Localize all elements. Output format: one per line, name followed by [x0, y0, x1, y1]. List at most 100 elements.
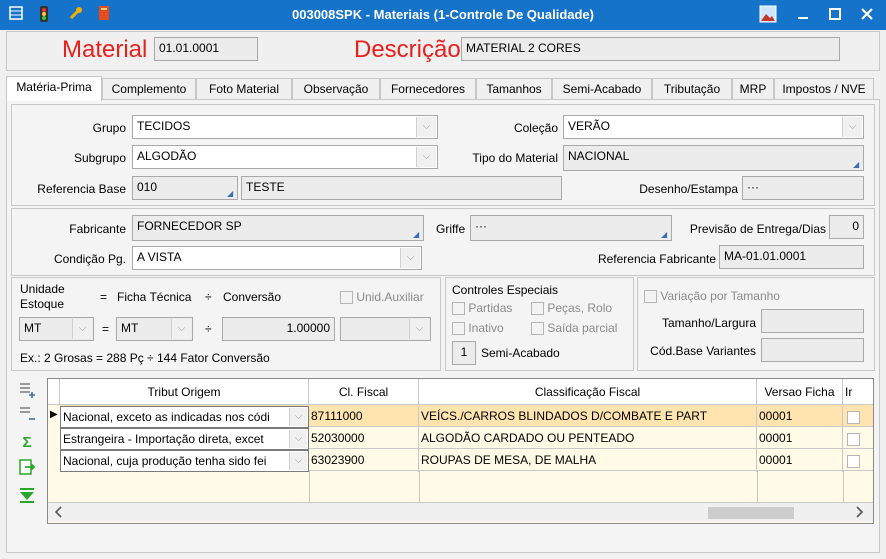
unid-auxiliar-checkbox[interactable]: Unid.Auxiliar: [340, 290, 424, 305]
scroll-right-icon[interactable]: [854, 505, 864, 522]
checkbox-icon[interactable]: [847, 455, 860, 469]
ficha-unidade-value: MT: [121, 321, 139, 335]
unid-auxiliar-label: Unid.Auxiliar: [356, 290, 424, 304]
tab-tamanhos[interactable]: Tamanhos: [476, 78, 552, 100]
grid-menu-icon[interactable]: [6, 5, 26, 25]
descricao-field[interactable]: MATERIAL 2 CORES: [461, 37, 840, 61]
checkbox-icon[interactable]: [452, 302, 465, 316]
subgrupo-select[interactable]: ALGODÃO ⌵: [132, 145, 438, 169]
previsao-field[interactable]: 0: [829, 215, 864, 239]
book-icon[interactable]: [94, 5, 114, 25]
saida-parcial-checkbox[interactable]: Saída parcial: [531, 321, 617, 336]
chevron-down-icon[interactable]: ⌵: [400, 248, 420, 268]
conversao-label: Conversão: [223, 290, 282, 304]
tab-impostos-nve[interactable]: Impostos / NVE: [774, 78, 874, 100]
ref-fabricante-field[interactable]: MA-01.01.0001: [719, 245, 864, 269]
row-2-classificacao[interactable]: ALGODÃO CARDADO OU PENTEADO: [419, 428, 757, 450]
row-3-cl-fiscal[interactable]: 63023900: [309, 450, 419, 472]
chevron-down-icon[interactable]: ⌵: [416, 117, 436, 137]
tab-mrp[interactable]: MRP: [732, 78, 774, 100]
filter-icon[interactable]: [16, 486, 38, 506]
checkbox-icon[interactable]: [847, 411, 860, 425]
row-1-origem-select[interactable]: Nacional, exceto as indicadas nos códi ⌵: [60, 406, 309, 428]
tab-materia-prima[interactable]: Matéria-Prima: [6, 76, 102, 101]
chevron-down-icon[interactable]: ⌵: [289, 408, 307, 426]
row-3-classificacao[interactable]: ROUPAS DE MESA, DE MALHA: [419, 450, 757, 472]
checkbox-icon[interactable]: [644, 290, 657, 304]
scroll-left-icon[interactable]: [54, 505, 64, 522]
semi-acabado-field[interactable]: 1: [452, 341, 476, 365]
picture-icon[interactable]: [758, 5, 778, 25]
column-header-versao-ficha[interactable]: Versao Ficha: [757, 379, 843, 405]
tab-semi-acabado[interactable]: Semi-Acabado: [552, 78, 652, 100]
chevron-down-icon[interactable]: ⌵: [409, 319, 429, 339]
add-row-icon[interactable]: [16, 381, 38, 401]
condicao-select[interactable]: A VISTA ⌵: [132, 246, 422, 270]
chevron-down-icon[interactable]: ⌵: [842, 117, 862, 137]
checkbox-icon[interactable]: [847, 433, 860, 447]
tab-observacao[interactable]: Observação: [292, 78, 380, 100]
tab-fornecedores[interactable]: Fornecedores: [380, 78, 476, 100]
maximize-icon[interactable]: [824, 4, 846, 26]
checkbox-icon[interactable]: [452, 322, 465, 336]
tab-foto-material[interactable]: Foto Material: [196, 78, 292, 100]
ref-base-code-field[interactable]: 010 ◢: [132, 176, 238, 200]
tab-complemento[interactable]: Complemento: [102, 78, 196, 100]
row-2-origem-select[interactable]: Estrangeira - Importação direta, excet ⌵: [60, 428, 309, 450]
row-3-origem-select[interactable]: Nacional, cuja produção tenha sido fei ⌵: [60, 450, 309, 472]
column-header-ir[interactable]: Ir: [843, 379, 873, 405]
export-icon[interactable]: [16, 458, 38, 478]
unid-auxiliar-select[interactable]: ⌵: [340, 317, 431, 341]
desenho-field[interactable]: ···: [742, 176, 864, 200]
variacao-checkbox[interactable]: Variação por Tamanho: [644, 289, 780, 304]
chevron-down-icon[interactable]: ⌵: [72, 319, 92, 339]
checkbox-icon[interactable]: [340, 291, 353, 305]
traffic-light-icon[interactable]: [34, 5, 54, 25]
lookup-icon[interactable]: ◢: [853, 161, 861, 169]
close-icon[interactable]: [856, 4, 878, 26]
wrench-icon[interactable]: [66, 5, 86, 25]
tamanho-largura-field[interactable]: [761, 309, 864, 333]
cod-base-field[interactable]: [761, 338, 864, 362]
row-1-versao[interactable]: 00001: [757, 406, 843, 428]
column-header-cl-fiscal[interactable]: Cl. Fiscal: [309, 379, 419, 405]
row-3-versao[interactable]: 00001: [757, 450, 843, 472]
material-code-field[interactable]: 01.01.0001: [154, 37, 258, 61]
fabricante-field[interactable]: FORNECEDOR SP ◢: [132, 215, 424, 241]
column-header-tribut-origem[interactable]: Tribut Origem: [60, 379, 309, 405]
grupo-select[interactable]: TECIDOS ⌵: [132, 115, 438, 139]
row-2-versao[interactable]: 00001: [757, 428, 843, 450]
row-3-checkbox[interactable]: [847, 454, 860, 469]
lookup-icon[interactable]: ◢: [661, 231, 669, 239]
column-header-classificacao-fiscal[interactable]: Classificação Fiscal: [419, 379, 757, 405]
partidas-checkbox[interactable]: Partidas: [452, 301, 512, 316]
row-2-checkbox[interactable]: [847, 432, 860, 447]
checkbox-icon[interactable]: [531, 322, 544, 336]
conversao-field[interactable]: 1.00000: [222, 317, 335, 341]
scroll-thumb[interactable]: [708, 507, 794, 519]
inativo-checkbox[interactable]: Inativo: [452, 321, 504, 336]
horizontal-scrollbar[interactable]: [48, 502, 873, 522]
chevron-down-icon[interactable]: ⌵: [171, 319, 191, 339]
checkbox-icon[interactable]: [531, 302, 544, 316]
lookup-icon[interactable]: ◢: [227, 190, 235, 198]
colecao-select[interactable]: VERÃO ⌵: [563, 115, 864, 139]
griffe-field[interactable]: ··· ◢: [470, 215, 672, 241]
row-1-checkbox[interactable]: [847, 410, 860, 425]
unidade-select[interactable]: MT ⌵: [19, 317, 94, 341]
ficha-unidade-select[interactable]: MT ⌵: [116, 317, 193, 341]
chevron-down-icon[interactable]: ⌵: [289, 452, 307, 470]
lookup-icon[interactable]: ◢: [413, 231, 421, 239]
conversion-example: Ex.: 2 Grosas = 288 Pç ÷ 144 Fator Conve…: [20, 351, 270, 365]
sum-icon[interactable]: Σ: [16, 433, 38, 453]
row-2-cl-fiscal[interactable]: 52030000: [309, 428, 419, 450]
pecas-rolo-checkbox[interactable]: Peças, Rolo: [531, 301, 612, 316]
chevron-down-icon[interactable]: ⌵: [289, 430, 307, 448]
row-1-cl-fiscal[interactable]: 87111000: [309, 406, 419, 428]
tab-tributacao[interactable]: Tributação: [652, 78, 732, 100]
remove-row-icon[interactable]: [16, 405, 38, 425]
row-1-classificacao[interactable]: VEÍCS./CARROS BLINDADOS D/COMBATE E PART: [419, 406, 757, 428]
chevron-down-icon[interactable]: ⌵: [416, 147, 436, 167]
tipo-material-field[interactable]: NACIONAL ◢: [563, 145, 864, 171]
minimize-icon[interactable]: [792, 4, 814, 26]
